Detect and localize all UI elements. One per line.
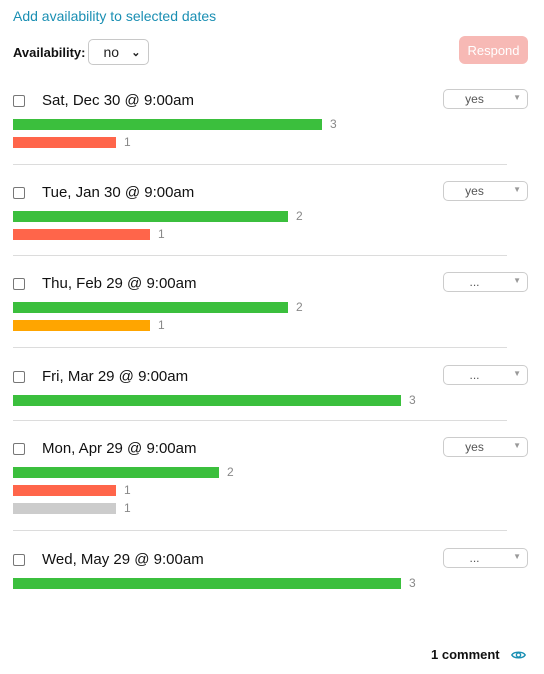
vote-count-yes: 2 [296, 300, 303, 314]
respond-button[interactable]: Respond [459, 36, 528, 64]
vote-count-no: 1 [124, 483, 131, 497]
date-checkbox[interactable] [13, 187, 25, 199]
date-checkbox[interactable] [13, 443, 25, 455]
response-value: yes [465, 440, 484, 454]
response-select[interactable]: yes ▼ [443, 181, 528, 201]
response-value: ... [469, 275, 480, 289]
vote-count-yes: 3 [409, 393, 416, 407]
comments-count: 1 comment [431, 647, 500, 662]
date-checkbox[interactable] [13, 278, 25, 290]
add-availability-link[interactable]: Add availability to selected dates [13, 8, 216, 24]
dropdown-arrow-icon: ▼ [513, 276, 521, 285]
date-label: Fri, Mar 29 @ 9:00am [42, 368, 189, 385]
vote-count-maybe: 1 [158, 318, 165, 332]
row-divider [13, 164, 507, 165]
vote-bar-unknown [13, 503, 116, 514]
date-label: Sat, Dec 30 @ 9:00am [42, 92, 194, 109]
vote-bar-yes [13, 302, 288, 313]
date-checkbox[interactable] [13, 95, 25, 107]
eye-icon [510, 650, 526, 659]
vote-count-unknown: 1 [124, 501, 131, 515]
response-select[interactable]: ... ▼ [443, 548, 528, 568]
vote-bar-no [13, 229, 150, 240]
vote-count-yes: 3 [330, 117, 337, 131]
response-value: ... [469, 551, 480, 565]
vote-bar-yes [13, 211, 288, 222]
dropdown-arrow-icon: ▼ [513, 93, 521, 102]
vote-count-no: 1 [158, 227, 165, 241]
vote-count-no: 1 [124, 135, 131, 149]
date-checkbox[interactable] [13, 554, 25, 566]
row-divider [13, 255, 507, 256]
row-divider [13, 530, 507, 531]
date-checkbox[interactable] [13, 371, 25, 383]
response-select[interactable]: ... ▼ [443, 365, 528, 385]
vote-bar-no [13, 137, 116, 148]
vote-count-yes: 2 [296, 209, 303, 223]
availability-select[interactable]: no ⌄ [88, 39, 150, 65]
vote-bar-no [13, 485, 116, 496]
chevron-down-icon: ⌄ [131, 46, 141, 59]
response-select[interactable]: yes ▼ [443, 437, 528, 457]
response-value: ... [469, 368, 480, 382]
vote-bar-yes [13, 467, 219, 478]
availability-value: no [103, 44, 120, 60]
availability-control: Availability: no ⌄ [13, 39, 150, 65]
date-label: Tue, Jan 30 @ 9:00am [42, 184, 195, 201]
response-value: yes [465, 184, 484, 198]
date-label: Thu, Feb 29 @ 9:00am [42, 275, 197, 292]
availability-label: Availability: [13, 44, 86, 60]
response-select[interactable]: ... ▼ [443, 272, 528, 292]
vote-bar-maybe [13, 320, 150, 331]
vote-bar-yes [13, 395, 401, 406]
date-label: Mon, Apr 29 @ 9:00am [42, 440, 197, 457]
comments-toggle[interactable]: 1 comment [431, 647, 526, 662]
dropdown-arrow-icon: ▼ [513, 441, 521, 450]
dropdown-arrow-icon: ▼ [513, 185, 521, 194]
response-value: yes [465, 92, 484, 106]
vote-count-yes: 2 [227, 465, 234, 479]
response-select[interactable]: yes ▼ [443, 89, 528, 109]
vote-bar-yes [13, 119, 322, 130]
dropdown-arrow-icon: ▼ [513, 552, 521, 561]
date-label: Wed, May 29 @ 9:00am [42, 551, 204, 568]
dropdown-arrow-icon: ▼ [513, 369, 521, 378]
row-divider [13, 347, 507, 348]
vote-bar-yes [13, 578, 401, 589]
row-divider [13, 420, 507, 421]
vote-count-yes: 3 [409, 576, 416, 590]
